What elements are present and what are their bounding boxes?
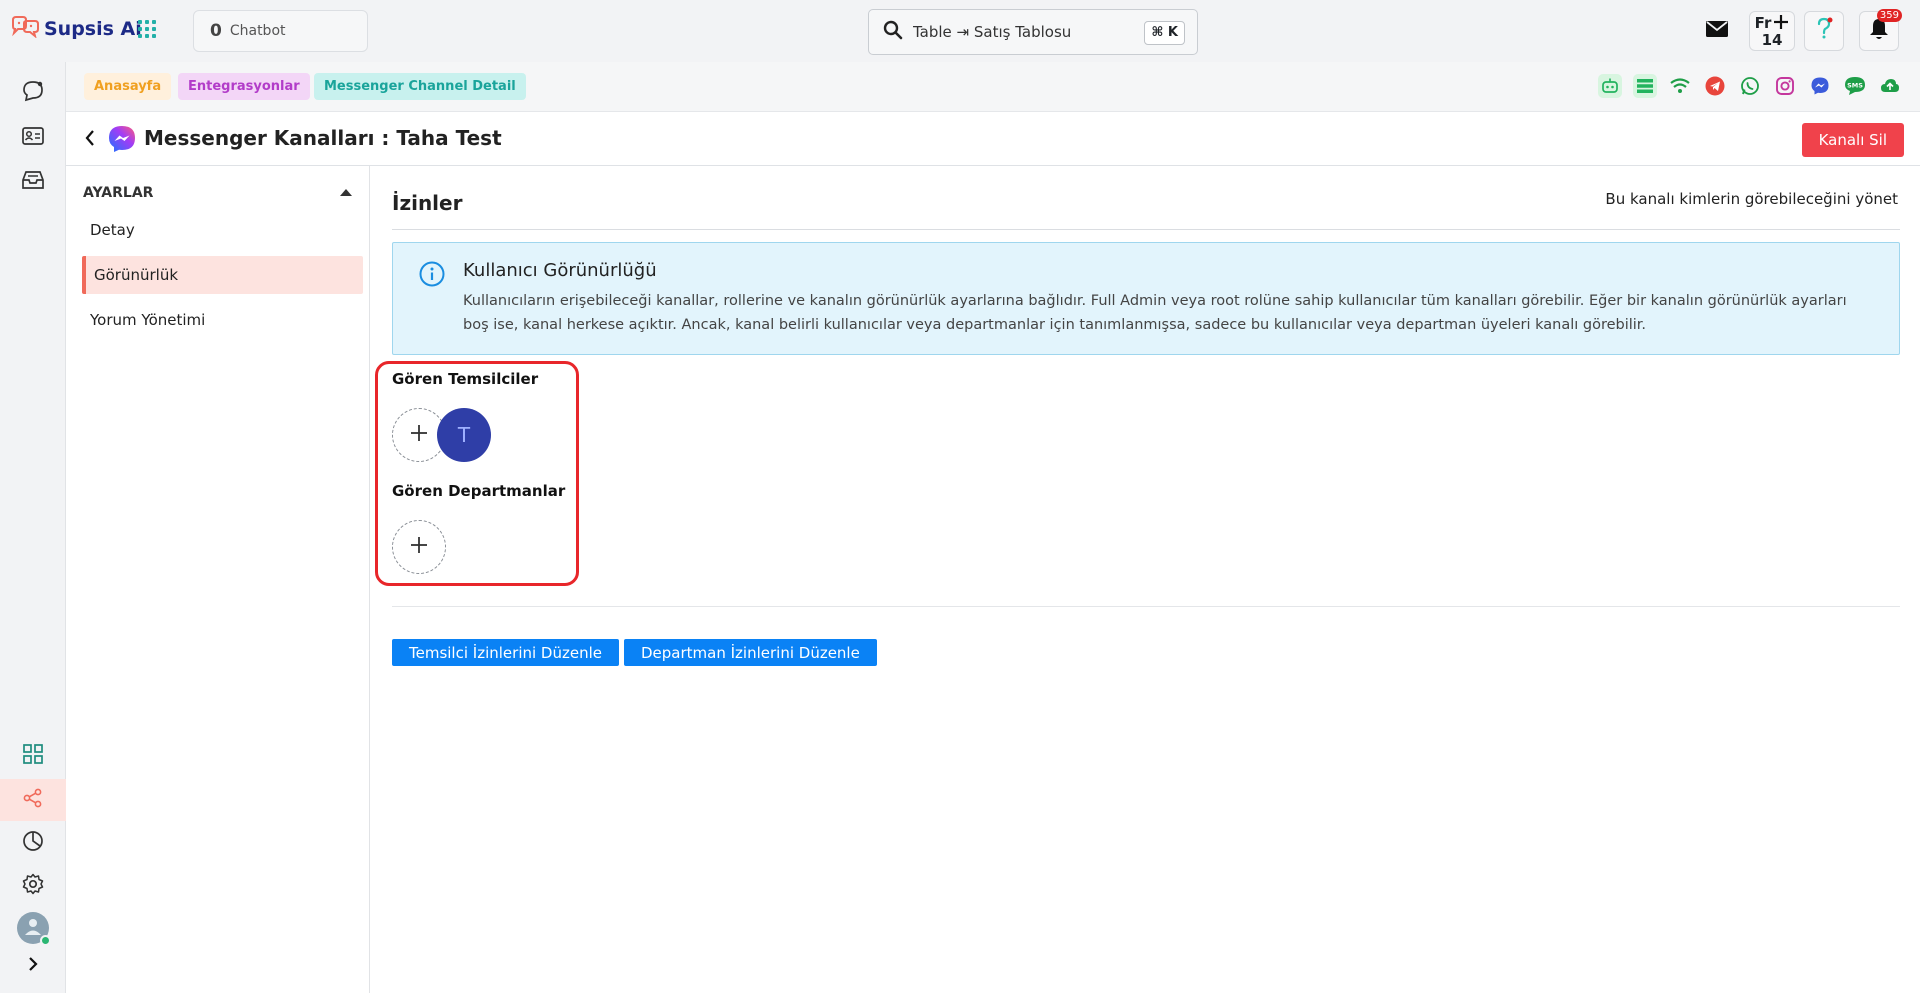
- svg-text:SMS: SMS: [1847, 82, 1863, 90]
- messenger-icon[interactable]: [1808, 74, 1832, 98]
- rail-item-inbox[interactable]: [0, 161, 66, 203]
- page-title: Messenger Kanalları : Taha Test: [144, 126, 502, 150]
- breadcrumb-home[interactable]: Anasayfa: [84, 73, 172, 100]
- user-avatar[interactable]: [17, 912, 51, 946]
- plus-icon: [409, 535, 429, 559]
- messenger-channel-logo-icon: [108, 125, 136, 157]
- info-title: Kullanıcı Görünürlüğü: [463, 260, 657, 281]
- sms-icon[interactable]: SMS: [1843, 74, 1867, 98]
- page-header: Messenger Kanalları : Taha Test Kanalı S…: [66, 112, 1920, 166]
- fr-quick-add-button[interactable]: Fr 14: [1749, 11, 1795, 51]
- settings-heading[interactable]: AYARLAR: [83, 185, 153, 201]
- settings-sidebar: AYARLAR Detay Görünürlük Yorum Yönetimi: [66, 166, 370, 993]
- wifi-icon[interactable]: [1668, 74, 1692, 98]
- contact-card-icon: [22, 127, 44, 149]
- list-icon[interactable]: [1633, 74, 1657, 98]
- rail-item-dashboard[interactable]: [0, 735, 66, 777]
- chevron-right-icon: [27, 956, 39, 976]
- visible-departments-label: Gören Departmanlar: [392, 482, 566, 500]
- breadcrumb: Anasayfa Entegrasyonlar Messenger Channe…: [66, 62, 1920, 112]
- cloud-icon[interactable]: [1878, 74, 1902, 98]
- breadcrumb-integrations[interactable]: Entegrasyonlar: [178, 73, 310, 100]
- settings-item-visibility[interactable]: Görünürlük: [82, 256, 363, 294]
- rail-expand-toggle[interactable]: [0, 945, 66, 987]
- telegram-icon[interactable]: [1703, 74, 1727, 98]
- help-icon: [1815, 17, 1833, 45]
- analytics-icon: [22, 830, 44, 856]
- apps-grid-icon[interactable]: [138, 20, 156, 38]
- add-department-button[interactable]: [392, 520, 446, 574]
- agent-avatar[interactable]: T: [437, 408, 491, 462]
- search-input[interactable]: [913, 23, 1143, 41]
- breadcrumb-channel-detail[interactable]: Messenger Channel Detail: [314, 73, 526, 100]
- permissions-panel: İzinler Bu kanalı kimlerin görebileceğin…: [370, 166, 1920, 993]
- info-alert: Kullanıcı Görünürlüğü Kullanıcıların eri…: [392, 242, 1900, 355]
- mail-icon[interactable]: [1705, 19, 1729, 43]
- edit-agent-permissions-button[interactable]: Temsilci İzinlerini Düzenle: [392, 639, 619, 666]
- share-icon: [23, 788, 43, 812]
- permissions-title: İzinler: [392, 191, 463, 215]
- notifications-button[interactable]: 359: [1859, 9, 1902, 51]
- plus-icon: [409, 423, 429, 447]
- info-body: Kullanıcıların erişebileceği kanallar, r…: [463, 293, 1847, 333]
- global-search: ⌘ K: [868, 9, 1198, 55]
- settings-icon: [22, 873, 44, 899]
- whatsapp-icon[interactable]: [1738, 74, 1762, 98]
- lower-divider: [392, 606, 1900, 607]
- section-divider: [392, 229, 1900, 230]
- fr-label: Fr: [1754, 14, 1772, 32]
- channel-icons: SMS: [1598, 74, 1902, 98]
- settings-item-detail[interactable]: Detay: [82, 211, 363, 249]
- chatbot-count: 0: [210, 21, 222, 41]
- top-bar: Supsis Ai 0 Chatbot ⌘ K Fr 14: [0, 0, 1920, 62]
- fr-number: 14: [1761, 31, 1783, 49]
- permissions-description: Bu kanalı kimlerin görebileceğini yönet: [1605, 190, 1898, 208]
- info-icon: [419, 261, 445, 291]
- brand-name: Supsis Ai: [44, 18, 142, 40]
- rail-item-contacts[interactable]: [0, 117, 66, 159]
- chatbot-icon[interactable]: [1598, 74, 1622, 98]
- brand-logo[interactable]: Supsis Ai: [10, 16, 142, 42]
- left-rail: [0, 62, 66, 993]
- rail-item-chats[interactable]: [0, 72, 66, 114]
- dashboard-icon: [23, 744, 43, 768]
- edit-department-permissions-button[interactable]: Departman İzinlerini Düzenle: [624, 639, 877, 666]
- caret-up-icon[interactable]: [340, 189, 352, 196]
- chatbot-selector[interactable]: 0 Chatbot: [193, 10, 368, 52]
- inbox-icon: [22, 169, 44, 195]
- rail-item-settings[interactable]: [0, 865, 66, 907]
- instagram-icon[interactable]: [1773, 74, 1797, 98]
- chat-icon: [22, 80, 44, 106]
- app-root: Supsis Ai 0 Chatbot ⌘ K Fr 14: [0, 0, 1920, 993]
- delete-channel-button[interactable]: Kanalı Sil: [1801, 123, 1904, 157]
- search-icon: [883, 20, 903, 44]
- chatbot-label: Chatbot: [229, 23, 286, 39]
- rail-item-analytics[interactable]: [0, 822, 66, 864]
- notification-badge: 359: [1876, 9, 1902, 22]
- back-arrow-icon[interactable]: [84, 129, 96, 151]
- rail-item-integrations[interactable]: [0, 779, 66, 821]
- search-shortcut: ⌘ K: [1144, 21, 1185, 45]
- settings-item-comment-management[interactable]: Yorum Yönetimi: [82, 301, 363, 339]
- visible-agents-label: Gören Temsilciler: [392, 370, 539, 388]
- help-button[interactable]: [1804, 11, 1844, 51]
- supsis-logo-icon: [10, 16, 40, 42]
